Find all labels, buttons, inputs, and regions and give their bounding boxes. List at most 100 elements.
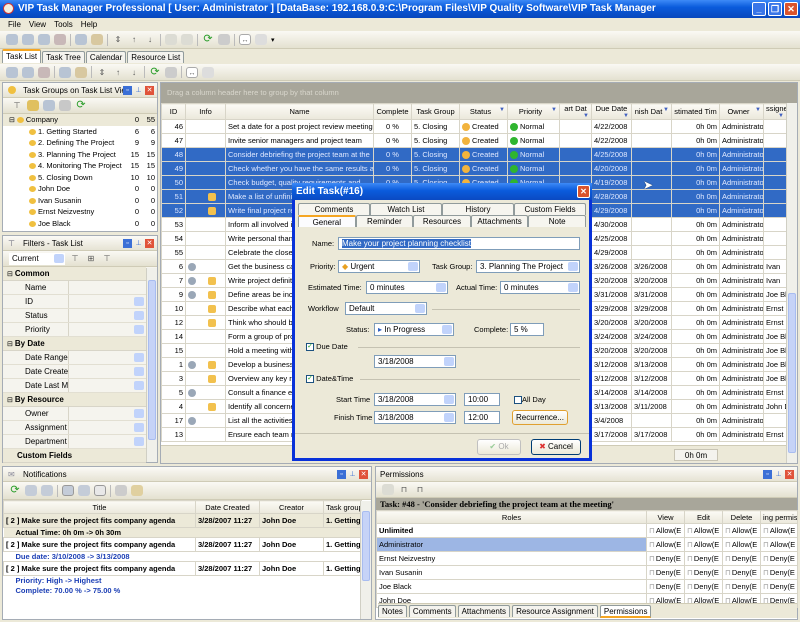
filter-value-input[interactable] <box>69 365 146 378</box>
column-header[interactable]: Due Date ▼ <box>591 103 632 120</box>
task-group-item[interactable]: Joe Black 0 0 <box>3 218 157 230</box>
filter-value-input[interactable] <box>69 421 146 434</box>
dialog-tab-watch-list[interactable]: Watch List <box>370 203 442 215</box>
column-header[interactable]: nish Dat ▼ <box>631 103 672 120</box>
column-header[interactable]: Edit <box>684 510 723 524</box>
copy-icon[interactable] <box>59 66 71 78</box>
notification-row[interactable]: [ 2 ] Make sure the project fits company… <box>3 513 362 528</box>
filter-dropdown-icon[interactable]: ▼ <box>778 113 784 119</box>
edit-task-icon[interactable] <box>22 66 34 78</box>
column-header[interactable]: Priority ▼ <box>507 103 560 120</box>
filter-dropdown-icon[interactable]: ▼ <box>499 107 505 113</box>
settings-icon[interactable] <box>78 485 90 496</box>
move-icon[interactable]: ⇕ <box>112 34 124 45</box>
move-down-icon[interactable]: ↓ <box>128 67 140 78</box>
column-header[interactable]: Delete <box>722 510 761 524</box>
pin-icon[interactable]: ⊥ <box>134 86 143 95</box>
delete-task-icon[interactable] <box>38 66 50 78</box>
mark-unread-icon[interactable] <box>41 485 53 496</box>
column-header[interactable]: Info <box>185 103 226 120</box>
refresh-icon[interactable]: ⟳ <box>149 66 161 78</box>
columns-icon[interactable] <box>255 34 267 45</box>
close-button[interactable]: ✕ <box>784 2 798 16</box>
panel-menu-button[interactable]: ▫ <box>123 86 132 95</box>
permission-cell[interactable]: ⊓Deny(E <box>722 565 761 580</box>
expand-icon[interactable] <box>165 34 177 45</box>
lock-icon[interactable]: ⊓ <box>414 484 426 495</box>
recurrence-button[interactable]: Recurrence... <box>512 410 568 425</box>
collapse-icon[interactable]: ⊟ <box>7 341 13 348</box>
filters-scrollbar[interactable] <box>146 268 157 462</box>
priority-select[interactable]: ◆ Urgent <box>338 260 420 273</box>
minimize-button[interactable]: _ <box>752 2 766 16</box>
column-header[interactable]: Title <box>3 500 196 514</box>
task-row[interactable]: 48 Consider debriefing the project team a… <box>161 147 787 162</box>
unlock-icon[interactable]: ⊓ <box>398 484 410 495</box>
tab-task-tree[interactable]: Task Tree <box>42 51 85 63</box>
estimated-time-select[interactable]: 0 minutes <box>366 281 448 294</box>
panel-menu-button[interactable]: ▫ <box>123 239 132 248</box>
new-task-icon[interactable] <box>6 34 18 45</box>
filter-value-input[interactable] <box>69 351 146 364</box>
task-grid-scrollbar[interactable] <box>786 103 797 463</box>
permission-row[interactable]: Ernst Neizvestny ⊓Deny(E ⊓Deny(E ⊓Deny(E ⊓De… <box>376 551 798 566</box>
finish-date-picker[interactable]: 3/18/2008 <box>374 411 456 424</box>
like-icon[interactable] <box>131 485 143 496</box>
task-group-item[interactable]: 1. Getting Started 6 6 <box>3 126 157 138</box>
detail-tab-attachments[interactable]: Attachments <box>457 605 511 617</box>
dialog-close-button[interactable]: ✕ <box>577 185 590 198</box>
tab-calendar[interactable]: Calendar <box>85 51 127 63</box>
permission-cell[interactable]: ⊓Deny(E <box>646 551 685 566</box>
panel-close-button[interactable]: ✕ <box>359 470 368 479</box>
task-row[interactable]: 46 Set a date for a post project review m… <box>161 119 787 134</box>
paste-task-icon[interactable] <box>91 34 103 45</box>
dialog-tab-history[interactable]: History <box>442 203 514 215</box>
fit-columns-icon[interactable]: ↔ <box>239 34 251 45</box>
fit-columns-icon[interactable]: ↔ <box>186 66 198 78</box>
permission-cell[interactable]: ⊓Deny(E <box>722 551 761 566</box>
apply-filter-icon[interactable]: ⊤ <box>69 253 81 264</box>
permission-cell[interactable]: ⊓Allow(E <box>760 537 798 552</box>
copy-task-icon[interactable] <box>75 34 87 45</box>
edit-group-icon[interactable] <box>43 100 55 111</box>
notification-row[interactable]: [ 2 ] Make sure the project fits company… <box>3 561 362 576</box>
notification-row[interactable]: [ 2 ] Make sure the project fits company… <box>3 537 362 552</box>
refresh-icon[interactable]: ⟳ <box>75 100 87 111</box>
task-row[interactable]: 47 Invite senior managers and project tea… <box>161 133 787 148</box>
column-header[interactable]: Date Created <box>195 500 260 514</box>
menu-help[interactable]: Help <box>81 18 97 31</box>
permission-row[interactable]: Joe Black ⊓Deny(E ⊓Deny(E ⊓Deny(E ⊓Deny(E <box>376 579 798 594</box>
filter-icon[interactable]: ⊤ <box>11 100 23 111</box>
detail-tab-notes[interactable]: Notes <box>378 605 407 617</box>
save-filter-icon[interactable]: ⊞ <box>85 253 97 264</box>
permission-cell[interactable]: ⊓Deny(E <box>684 565 723 580</box>
task-row[interactable]: 49 Check whether you have the same result… <box>161 161 787 176</box>
column-header[interactable]: Name <box>225 103 374 120</box>
column-header[interactable]: ing permiss <box>760 510 798 524</box>
detail-tab-comments[interactable]: Comments <box>408 605 456 617</box>
tab-resource-list[interactable]: Resource List <box>127 51 185 63</box>
permission-cell[interactable]: ⊓Deny(E <box>646 579 685 594</box>
menu-tools[interactable]: Tools <box>54 18 73 31</box>
task-group-select[interactable]: 3. Planning The Project <box>476 260 580 273</box>
task-group-item[interactable]: John Doe 0 0 <box>3 183 157 195</box>
actual-time-select[interactable]: 0 minutes <box>500 281 580 294</box>
dialog-tab-custom-fields[interactable]: Custom Fields <box>514 203 586 215</box>
move-icon[interactable]: ⇕ <box>96 67 108 78</box>
cancel-button[interactable]: ✖ Cancel <box>531 439 581 455</box>
filter-value-input[interactable] <box>69 295 146 308</box>
add-group-icon[interactable] <box>27 100 39 111</box>
task-group-item[interactable]: ⊟ Company 0 55 <box>3 114 157 126</box>
filter-dropdown-icon[interactable]: ▼ <box>755 107 761 113</box>
start-time-spinner[interactable]: 10:00 <box>464 393 500 406</box>
group-by-area[interactable]: Drag a column header here to group by th… <box>161 83 797 103</box>
filter-value-input[interactable] <box>69 435 146 448</box>
permission-cell[interactable]: ⊓Deny(E <box>684 579 723 594</box>
filter-preset-select[interactable]: Current <box>9 252 65 265</box>
collapse-icon[interactable] <box>181 34 193 45</box>
permission-cell[interactable]: ⊓Allow(E <box>646 537 685 552</box>
permission-cell[interactable]: ⊓Deny(E <box>760 565 798 580</box>
filter-group-header[interactable]: ⊟ By Date <box>3 337 146 351</box>
task-group-item[interactable]: 3. Planning The Project 15 15 <box>3 149 157 161</box>
column-header[interactable]: Roles <box>376 510 647 524</box>
